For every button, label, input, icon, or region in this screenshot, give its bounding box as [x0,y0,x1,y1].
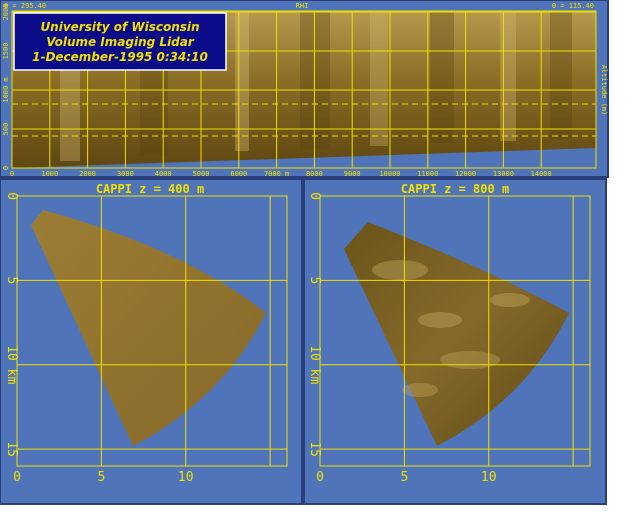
cappi_right-x-tick-label: 0 [316,470,324,485]
title-line-3: 1-December-1995 0:34:10 [32,50,208,64]
rhi-x-tick-label: 11000 [417,170,438,178]
cappi-right-title: CAPPI z = 800 m [401,182,509,196]
cappi_left-x-tick-label: 10 [178,470,194,485]
rhi-panel: θ = 295.40 RHI θ = 115.40 0 1000 2000 3000 4… [0,0,609,178]
cappi-left-title: CAPPI z = 400 m [96,182,204,196]
rhi-y-tick-label: 1000 m [2,77,10,102]
rhi-y-tick-label: 0 [2,166,10,170]
rhi-header-right: θ = 115.40 [552,2,594,10]
rhi-x-tick-label: 3000 [117,170,134,178]
cappi_left-y-tick-label: 10 km [4,345,19,384]
cappi-right-panel: CAPPI z = 800 m 0 5 10 0 5 10 km 15 [303,178,607,505]
rhi-x-tick-label: 4000 [155,170,172,178]
rhi-header-left: θ = 295.40 [4,2,46,10]
rhi-x-tick-label: 9000 [344,170,361,178]
cappi_left-y-tick-label: 5 [4,276,19,284]
rhi-x-tick-label: 1000 [41,170,58,178]
rhi-y-tick-label: 500 [2,123,10,136]
cappi_left-y-tick-label: 0 [4,192,19,200]
cappi_right-y-tick-label: 0 [307,192,322,200]
cappi_right-y-tick-label: 15 [307,441,322,457]
lidar-display: θ = 295.40 RHI θ = 115.40 0 1000 2000 3000 4… [0,0,609,505]
cappi_right-y-tick-label: 10 km [307,345,322,384]
rhi-x-tick-label: 7000 m [264,170,289,178]
rhi-y-tick-label: 2000 [2,4,10,21]
cappi_left-y-tick-label: 15 [4,441,19,457]
cappi_left-x-tick-label: 5 [97,470,105,485]
cappi-left-panel: CAPPI z = 400 m 0 5 10 0 5 10 km 15 [0,178,303,505]
cappi_left-x-tick-label: 0 [13,470,21,485]
rhi-right-axis-label: Altitude (m) [600,65,608,116]
rhi-x-tick-label: 6000 [230,170,247,178]
title-line-2: Volume Imaging Lidar [46,35,195,49]
rhi-x-tick-label: 8000 [306,170,323,178]
rhi-x-tick-label: 12000 [455,170,476,178]
rhi-y-tick-label: 1500 [2,43,10,60]
rhi-header-center: RHI [296,2,309,10]
rhi-x-tick-label: 14000 [531,170,552,178]
title-line-1: University of Wisconsin [40,20,199,34]
rhi-x-tick-label: 0 [10,170,14,178]
cappi_right-x-tick-label: 10 [481,470,497,485]
cappi_right-x-tick-label: 5 [400,470,408,485]
rhi-x-tick-label: 2000 [79,170,96,178]
rhi-x-tick-label: 13000 [493,170,514,178]
rhi-x-tick-label: 5000 [193,170,210,178]
rhi-x-tick-label: 10000 [379,170,400,178]
cappi_right-y-tick-label: 5 [307,276,322,284]
